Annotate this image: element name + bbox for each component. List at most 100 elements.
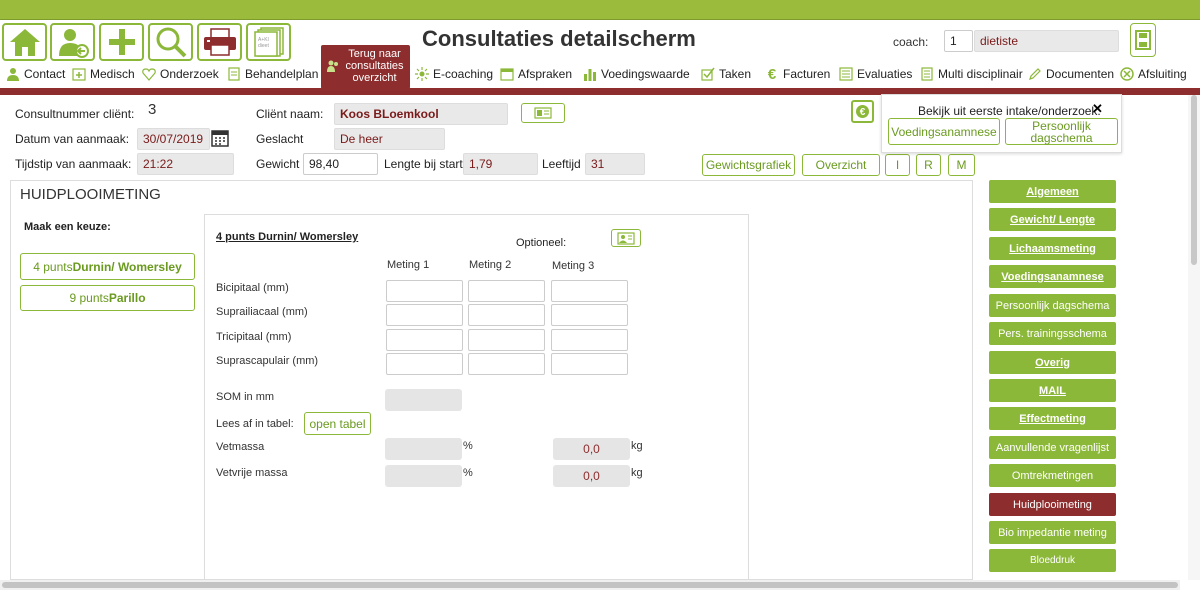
home-button[interactable]: [2, 23, 47, 61]
nav-documenten[interactable]: Documenten: [1028, 67, 1114, 81]
terug-line2: consultaties: [345, 60, 404, 72]
form-heading: 4 punts Durnin/ Womersley: [216, 231, 359, 243]
sidebar-item-effectmeting[interactable]: Effectmeting: [989, 407, 1116, 430]
consult-value: 3: [148, 101, 157, 118]
lengte-field[interactable]: 1,79: [463, 153, 538, 175]
calendar-icon: [500, 67, 514, 81]
m-button[interactable]: M: [948, 154, 975, 176]
sidebar-item-trainingsschema[interactable]: Pers. trainingsschema: [989, 322, 1116, 345]
i-button[interactable]: I: [885, 154, 910, 176]
tijd-field[interactable]: 21:22: [137, 153, 234, 175]
sidebar-item-algemeen[interactable]: Algemeen: [989, 180, 1116, 203]
vertical-scroll-thumb[interactable]: [1191, 95, 1197, 265]
bar-chart-icon: [583, 67, 597, 81]
geslacht-field[interactable]: De heer: [334, 128, 445, 150]
option-durnin-button[interactable]: 4 punts Durnin/ Womersley: [20, 253, 195, 280]
r-button[interactable]: R: [916, 154, 941, 176]
consult-label: Consultnummer cliënt:: [15, 107, 135, 121]
nav-afsluiting[interactable]: Afsluiting: [1120, 67, 1187, 81]
nav-taken[interactable]: Taken: [701, 67, 751, 81]
heart-icon: [142, 67, 156, 81]
tricipitaal-meting-1[interactable]: [386, 329, 463, 351]
open-tabel-button[interactable]: open tabel: [304, 412, 371, 435]
list-icon: [839, 67, 853, 81]
gewicht-field[interactable]: 98,40: [303, 153, 378, 175]
add-button[interactable]: [99, 23, 144, 61]
tricipitaal-meting-3[interactable]: [551, 329, 628, 351]
document-stack-button[interactable]: A+Kl dieet: [246, 23, 291, 61]
close-icon[interactable]: ✕: [1092, 101, 1103, 117]
horizontal-scrollbar[interactable]: [0, 580, 1180, 590]
sun-icon: [415, 67, 429, 81]
option-parillo-button[interactable]: 9 punts Parillo: [20, 285, 195, 311]
naam-label: Cliënt naam:: [256, 107, 324, 121]
suprascapulair-meting-1[interactable]: [386, 353, 463, 375]
datum-field[interactable]: 30/07/2019: [137, 128, 210, 150]
sidebar-item-overig[interactable]: Overig: [989, 351, 1116, 374]
save-button[interactable]: [1130, 23, 1156, 57]
nav-voedingswaarde[interactable]: Voedingswaarde: [583, 67, 690, 81]
bicipitaal-meting-2[interactable]: [468, 280, 545, 302]
optioneel-label: Optioneel:: [516, 237, 567, 249]
nav-evaluaties[interactable]: Evaluaties: [839, 67, 912, 81]
print-button[interactable]: [197, 23, 242, 61]
client-switch-button[interactable]: [50, 23, 95, 61]
client-card-button[interactable]: [521, 103, 565, 123]
calendar-picker-icon[interactable]: [211, 129, 229, 147]
naam-field[interactable]: Koos BLoemkool: [334, 103, 508, 125]
nav-ecoaching[interactable]: E-coaching: [415, 67, 493, 81]
terug-consultaties-button[interactable]: Terug naar consultaties overzicht: [321, 45, 410, 89]
leeftijd-field[interactable]: 31: [585, 153, 645, 175]
sidebar-item-gewicht-lengte[interactable]: Gewicht/ Lengte: [989, 208, 1116, 231]
suprascapulair-meting-2[interactable]: [468, 353, 545, 375]
nav-contact[interactable]: Contact: [6, 67, 65, 81]
sidebar-item-huidplooimeting[interactable]: Huidplooimeting: [989, 493, 1116, 516]
suprailiacaal-meting-3[interactable]: [551, 304, 628, 326]
sidebar-item-bloeddruk[interactable]: Bloeddruk: [989, 549, 1116, 572]
nav-behandelplan[interactable]: Behandelplan: [227, 67, 318, 81]
sidebar-item-omtrekmetingen[interactable]: Omtrekmetingen: [989, 464, 1116, 487]
sidebar-item-mail[interactable]: MAIL: [989, 379, 1116, 402]
row-label-suprascapulair: Suprascapulair (mm): [216, 355, 319, 367]
gewicht-label: Gewicht: [256, 157, 300, 171]
print-card-text: A+Kl dieet: [258, 37, 269, 49]
tricipitaal-meting-2[interactable]: [468, 329, 545, 351]
nav-medisch[interactable]: Medisch: [72, 67, 135, 81]
id-card-icon: [534, 107, 552, 119]
gewichtsgrafiek-button[interactable]: Gewichtsgrafiek: [702, 154, 795, 176]
nav-onderzoek[interactable]: Onderzoek: [142, 67, 219, 81]
col-meting-2: Meting 2: [469, 259, 512, 271]
suprailiacaal-meting-2[interactable]: [468, 304, 545, 326]
coach-id-field[interactable]: 1: [944, 30, 973, 52]
voedingsanamnese-button[interactable]: Voedingsanamnese: [888, 118, 1000, 145]
nav-afspraken[interactable]: Afspraken: [500, 67, 572, 81]
home-icon: [9, 29, 40, 56]
horizontal-scroll-thumb[interactable]: [2, 582, 1178, 588]
vertical-scrollbar[interactable]: [1188, 95, 1200, 580]
euro-icon: €: [767, 65, 777, 83]
search-icon: [156, 27, 186, 58]
euro-button[interactable]: €: [851, 100, 874, 123]
sidebar-item-voedingsanamnese[interactable]: Voedingsanamnese: [989, 265, 1116, 288]
bicipitaal-meting-3[interactable]: [551, 280, 628, 302]
lees-label: Lees af in tabel:: [216, 418, 294, 430]
suprailiacaal-meting-1[interactable]: [386, 304, 463, 326]
persoonlijk-dagschema-button[interactable]: Persoonlijk dagschema: [1005, 118, 1118, 145]
coach-name-field[interactable]: dietiste: [974, 30, 1119, 52]
vetvrije-label: Vetvrije massa: [216, 467, 288, 479]
bicipitaal-meting-1[interactable]: [386, 280, 463, 302]
sidebar-item-aanvullende-vragenlijst[interactable]: Aanvullende vragenlijst: [989, 436, 1116, 459]
suprascapulair-meting-3[interactable]: [551, 353, 628, 375]
terug-line3: overzicht: [352, 72, 397, 84]
datum-label: Datum van aanmaak:: [15, 132, 130, 146]
sidebar-item-persoonlijk-dagschema[interactable]: Persoonlijk dagschema: [989, 294, 1116, 317]
sidebar-item-lichaamsmeting[interactable]: Lichaamsmeting: [989, 237, 1116, 260]
nav-facturen[interactable]: € Facturen: [765, 65, 831, 83]
nav-multi-disciplinair[interactable]: Multi disciplinair: [920, 67, 1023, 81]
leeftijd-label: Leeftijd: [542, 157, 581, 171]
search-button[interactable]: [148, 23, 193, 61]
overzicht-button[interactable]: Overzicht: [802, 154, 880, 176]
clipboard-icon: [227, 67, 241, 81]
optioneel-button[interactable]: [611, 229, 641, 247]
sidebar-item-bio-impedantie[interactable]: Bio impedantie meting: [989, 521, 1116, 544]
